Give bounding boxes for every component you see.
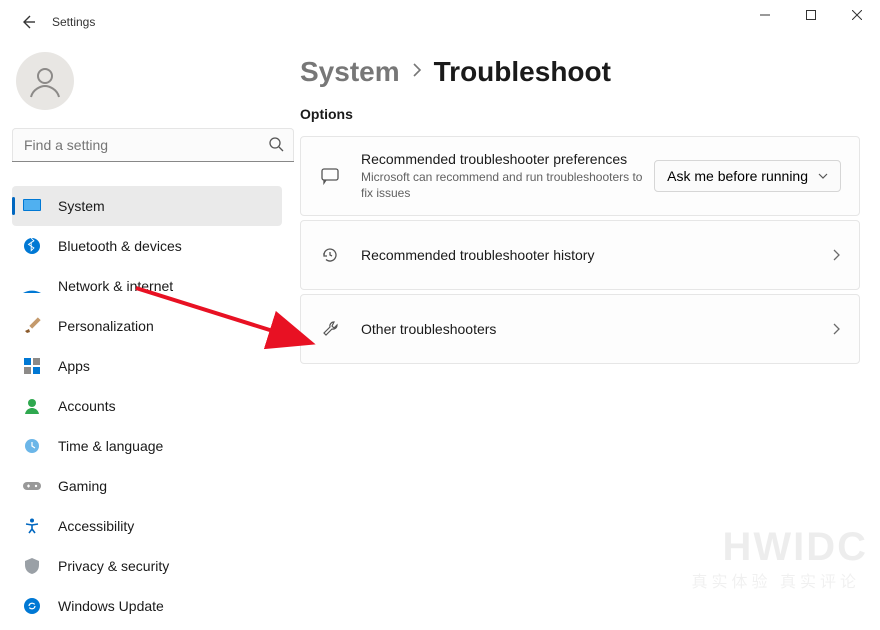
- network-icon: [22, 276, 42, 296]
- card-preferences-subtitle: Microsoft can recommend and run troubles…: [361, 169, 654, 201]
- nav-item-privacy[interactable]: Privacy & security: [12, 546, 282, 586]
- accessibility-icon: [22, 516, 42, 536]
- nav-label: Apps: [58, 358, 90, 374]
- wrench-icon: [319, 320, 341, 338]
- back-arrow-icon: [20, 14, 36, 30]
- nav-item-update[interactable]: Windows Update: [12, 586, 282, 626]
- bluetooth-icon: [22, 236, 42, 256]
- time-icon: [22, 436, 42, 456]
- search-input[interactable]: [12, 128, 294, 162]
- privacy-icon: [22, 556, 42, 576]
- watermark-sub: 真实体验 真实评论: [692, 568, 860, 592]
- breadcrumb-current: Troubleshoot: [434, 56, 611, 88]
- breadcrumb: System Troubleshoot: [300, 56, 860, 88]
- personalization-icon: [22, 316, 42, 336]
- chevron-down-icon: [818, 173, 828, 179]
- preferences-dropdown[interactable]: Ask me before running: [654, 160, 841, 192]
- message-icon: [319, 167, 341, 185]
- card-preferences: Recommended troubleshooter preferences M…: [300, 136, 860, 216]
- nav-label: Network & internet: [58, 278, 173, 294]
- nav-label: Privacy & security: [58, 558, 169, 574]
- accounts-icon: [22, 396, 42, 416]
- nav-label: Accounts: [58, 398, 116, 414]
- sidebar: System Bluetooth & devices Network & int…: [0, 44, 300, 630]
- avatar-icon: [27, 63, 63, 99]
- card-other-title: Other troubleshooters: [361, 321, 833, 337]
- nav-label: System: [58, 198, 105, 214]
- minimize-button[interactable]: [742, 0, 788, 30]
- card-other-troubleshooters[interactable]: Other troubleshooters: [300, 294, 860, 364]
- card-history[interactable]: Recommended troubleshooter history: [300, 220, 860, 290]
- nav-list: System Bluetooth & devices Network & int…: [12, 186, 300, 626]
- back-button[interactable]: [12, 6, 44, 38]
- apps-icon: [22, 356, 42, 376]
- system-icon: [22, 196, 42, 216]
- nav-label: Bluetooth & devices: [58, 238, 182, 254]
- breadcrumb-parent[interactable]: System: [300, 56, 400, 88]
- update-icon: [22, 596, 42, 616]
- user-block[interactable]: [16, 52, 300, 110]
- app-title: Settings: [52, 15, 95, 29]
- search-icon: [268, 136, 284, 157]
- nav-item-accessibility[interactable]: Accessibility: [12, 506, 282, 546]
- nav-item-apps[interactable]: Apps: [12, 346, 282, 386]
- nav-item-accounts[interactable]: Accounts: [12, 386, 282, 426]
- close-button[interactable]: [834, 0, 880, 30]
- window-controls: [742, 0, 880, 30]
- nav-label: Personalization: [58, 318, 154, 334]
- watermark: HWIDC: [722, 525, 868, 570]
- card-preferences-title: Recommended troubleshooter preferences: [361, 151, 654, 167]
- dropdown-value: Ask me before running: [667, 168, 808, 184]
- nav-item-network[interactable]: Network & internet: [12, 266, 282, 306]
- nav-item-time[interactable]: Time & language: [12, 426, 282, 466]
- nav-item-personalization[interactable]: Personalization: [12, 306, 282, 346]
- history-icon: [319, 246, 341, 264]
- maximize-icon: [806, 10, 816, 20]
- avatar: [16, 52, 74, 110]
- nav-item-system[interactable]: System: [12, 186, 282, 226]
- search-container: [12, 128, 294, 162]
- chevron-right-icon: [833, 249, 841, 261]
- maximize-button[interactable]: [788, 0, 834, 30]
- card-history-title: Recommended troubleshooter history: [361, 247, 833, 263]
- nav-label: Gaming: [58, 478, 107, 494]
- chevron-right-icon: [412, 63, 422, 82]
- nav-label: Accessibility: [58, 518, 134, 534]
- minimize-icon: [760, 10, 770, 20]
- section-title: Options: [300, 106, 860, 122]
- nav-label: Time & language: [58, 438, 163, 454]
- nav-item-bluetooth[interactable]: Bluetooth & devices: [12, 226, 282, 266]
- nav-label: Windows Update: [58, 598, 164, 614]
- close-icon: [852, 10, 862, 20]
- nav-item-gaming[interactable]: Gaming: [12, 466, 282, 506]
- chevron-right-icon: [833, 323, 841, 335]
- titlebar: Settings: [0, 0, 880, 44]
- gaming-icon: [22, 476, 42, 496]
